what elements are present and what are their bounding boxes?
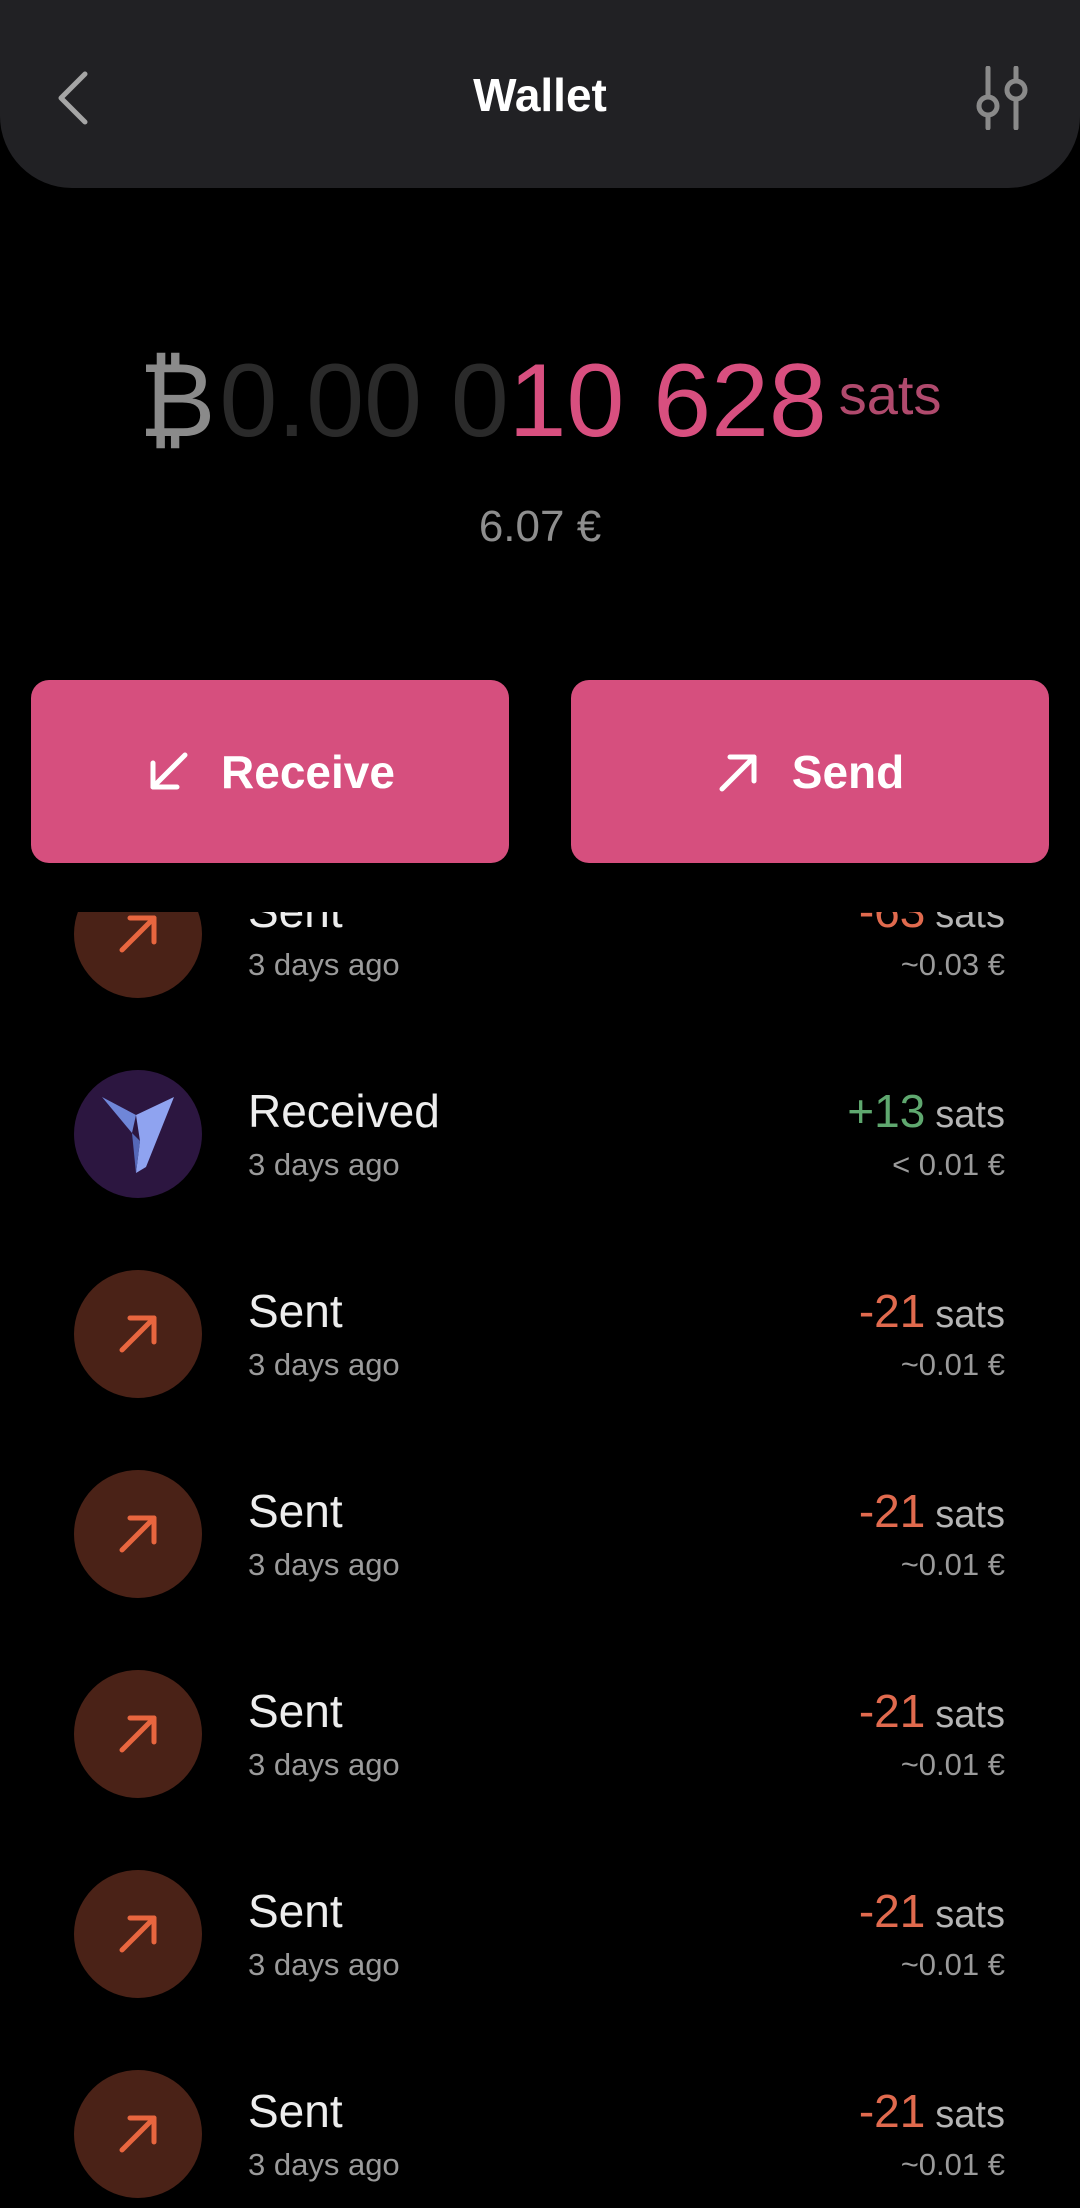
transaction-time: 3 days ago (248, 1747, 400, 1782)
receive-button[interactable]: Receive (31, 680, 509, 863)
transaction-row[interactable]: Sent 3 days ago -21 sats ~0.01 € (0, 1836, 1080, 2036)
transaction-amount-value: -21 (858, 1285, 926, 1337)
transaction-row[interactable]: Sent 3 days ago -21 sats ~0.01 € (0, 2036, 1080, 2208)
arrow-up-right-icon (719, 754, 757, 791)
transaction-row[interactable]: Sent 3 days ago -21 sats ~0.01 € (0, 1236, 1080, 1436)
sent-avatar (74, 1470, 202, 1598)
transaction-amount-value: -21 (858, 1685, 926, 1737)
transaction-amount-unit: sats (935, 1294, 1005, 1336)
send-label: Send (791, 745, 905, 798)
balance-amount: ₿0.00 010 628 sats (0, 330, 1080, 497)
transaction-amount: -63 sats (859, 912, 1005, 950)
arrow-up-right-icon (119, 915, 157, 953)
transaction-list[interactable]: Sent 3 days ago -63 sats ~0.03 € Received 3 da… (0, 912, 1080, 2208)
transaction-amount: -21 sats (859, 1884, 1005, 1950)
transaction-title: Sent (248, 1685, 343, 1737)
transaction-amount-unit: sats (935, 2094, 1005, 2136)
transaction-amount-value: -21 (858, 2085, 926, 2137)
transaction-fiat: ~0.03 € (900, 947, 1005, 982)
transaction-amount-unit: sats (935, 1094, 1005, 1136)
received-avatar (74, 1070, 202, 1198)
transaction-time: 3 days ago (248, 947, 400, 982)
transaction-amount-value: -21 (858, 1485, 926, 1537)
transaction-time: 3 days ago (248, 1547, 400, 1582)
transaction-amount: -21 sats (859, 1484, 1005, 1550)
transaction-amount-value: +13 (847, 1085, 926, 1137)
send-button[interactable]: Send (571, 680, 1049, 863)
balance-value: 10 628 (508, 343, 827, 459)
transaction-row[interactable]: Sent 3 days ago -21 sats ~0.01 € (0, 1636, 1080, 1836)
transaction-fiat: < 0.01 € (892, 1147, 1005, 1182)
balance-unit: sats (838, 363, 942, 426)
bitcoin-symbol: ₿ (138, 343, 216, 459)
top-app-bar: Wallet (0, 0, 1080, 188)
transaction-fiat: ~0.01 € (900, 1347, 1005, 1382)
transaction-title: Sent (248, 912, 343, 938)
transaction-amount: -21 sats (859, 1284, 1005, 1350)
arrow-up-right-icon (119, 1915, 157, 1953)
transaction-fiat: ~0.01 € (900, 1947, 1005, 1982)
transaction-row[interactable]: Sent 3 days ago -63 sats ~0.03 € (0, 912, 1080, 1036)
transaction-time: 3 days ago (248, 1947, 400, 1982)
transaction-amount: -21 sats (859, 1684, 1005, 1750)
transaction-title: Received (248, 1085, 440, 1137)
transaction-row[interactable]: Received 3 days ago +13 sats < 0.01 € (0, 1036, 1080, 1236)
balance-fiat: 6.07 € (478, 502, 602, 551)
arrow-up-right-icon (119, 1715, 157, 1753)
transaction-title: Sent (248, 1885, 343, 1937)
transaction-time: 3 days ago (248, 1347, 400, 1382)
arrow-down-left-icon (150, 752, 188, 789)
arrow-up-right-icon (119, 1315, 157, 1353)
sliders-icon (976, 66, 1028, 130)
page-title: Wallet (473, 69, 607, 121)
transaction-amount-unit: sats (935, 1894, 1005, 1936)
transaction-amount-unit: sats (935, 1694, 1005, 1736)
transaction-amount: +13 sats (847, 1084, 1005, 1150)
transaction-time: 3 days ago (248, 2147, 400, 2182)
transaction-title: Sent (248, 1485, 343, 1537)
balance-leading-zeros: 0.00 0 (219, 343, 509, 459)
sent-avatar (74, 1870, 202, 1998)
arrow-up-right-icon (119, 2115, 157, 2153)
transaction-amount-value: -63 (859, 912, 925, 937)
arrow-up-right-icon (119, 1515, 157, 1553)
transaction-amount-value: -21 (858, 1885, 926, 1937)
transaction-time: 3 days ago (248, 1147, 400, 1182)
transaction-amount-unit: sats (935, 912, 1005, 936)
sender-logo-icon (102, 1097, 174, 1173)
transaction-fiat: ~0.01 € (900, 1747, 1005, 1782)
settings-button[interactable] (968, 60, 1038, 136)
sent-avatar (74, 912, 202, 998)
transaction-fiat: ~0.01 € (900, 2147, 1005, 2182)
sent-avatar (74, 2070, 202, 2198)
transaction-amount: -21 sats (859, 2084, 1005, 2150)
transaction-fiat: ~0.01 € (900, 1547, 1005, 1582)
transaction-title: Sent (248, 2085, 343, 2137)
sent-avatar (74, 1270, 202, 1398)
sent-avatar (74, 1670, 202, 1798)
transaction-amount-unit: sats (935, 1494, 1005, 1536)
receive-label: Receive (221, 745, 395, 798)
transaction-title: Sent (248, 1285, 343, 1337)
transaction-row[interactable]: Sent 3 days ago -21 sats ~0.01 € (0, 1436, 1080, 1636)
